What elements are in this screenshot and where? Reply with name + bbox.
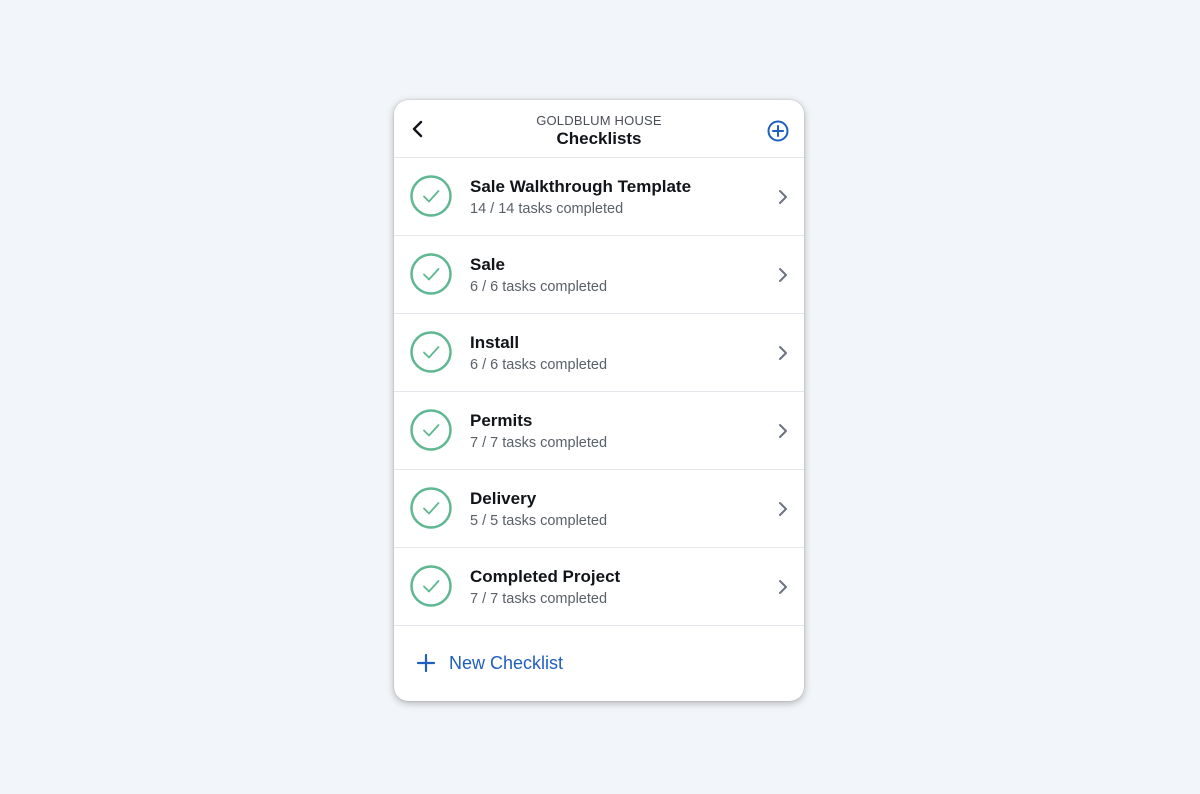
chevron-right-icon xyxy=(779,346,787,360)
checklist-progress: 6 / 6 tasks completed xyxy=(470,279,608,295)
header-text: GOLDBLUM HOUSE Checklists xyxy=(454,113,744,150)
checklist-title: Permits xyxy=(470,411,533,430)
checklist-progress: 14 / 14 tasks completed xyxy=(470,201,624,217)
checklist-title: Install xyxy=(470,333,520,352)
new-checklist-label: New Checklist xyxy=(449,653,564,673)
checklist-row[interactable]: Install 6 / 6 tasks completed xyxy=(394,314,804,392)
check-circle-icon xyxy=(410,409,452,451)
project-name: GOLDBLUM HOUSE xyxy=(536,113,662,128)
chevron-right-icon xyxy=(779,580,787,594)
checklist-row[interactable]: Delivery 5 / 5 tasks completed xyxy=(394,470,804,548)
check-circle-icon xyxy=(410,487,452,529)
check-circle-icon xyxy=(410,175,452,217)
check-circle-icon xyxy=(410,253,452,295)
chevron-right-icon xyxy=(779,502,787,516)
checklist-row[interactable]: Sale Walkthrough Template 14 / 14 tasks … xyxy=(394,158,804,236)
checklist-progress: 7 / 7 tasks completed xyxy=(470,591,608,607)
page-title: Checklists xyxy=(556,129,642,148)
checklist-progress: 5 / 5 tasks completed xyxy=(470,513,608,529)
checklist-row[interactable]: Sale 6 / 6 tasks completed xyxy=(394,236,804,314)
check-circle-icon xyxy=(410,331,452,373)
checklists-panel: GOLDBLUM HOUSE Checklists Sale Walkthrou… xyxy=(394,100,804,701)
new-checklist-button[interactable]: New Checklist xyxy=(416,649,563,677)
plus-icon xyxy=(416,653,436,673)
add-checklist-icon[interactable] xyxy=(766,119,790,143)
checklist-title: Completed Project xyxy=(470,567,621,586)
checklist-title: Delivery xyxy=(470,489,537,508)
checklist-row[interactable]: Permits 7 / 7 tasks completed xyxy=(394,392,804,470)
checklist-title: Sale Walkthrough Template xyxy=(470,177,692,196)
chevron-right-icon xyxy=(779,190,787,204)
checklist-list: Sale Walkthrough Template 14 / 14 tasks … xyxy=(394,158,804,626)
checklist-title: Sale xyxy=(470,255,505,274)
chevron-right-icon xyxy=(779,424,787,438)
checklist-row[interactable]: Completed Project 7 / 7 tasks completed xyxy=(394,548,804,626)
chevron-right-icon xyxy=(779,268,787,282)
back-icon[interactable] xyxy=(406,117,430,141)
header: GOLDBLUM HOUSE Checklists xyxy=(394,100,804,158)
checklist-progress: 6 / 6 tasks completed xyxy=(470,357,608,373)
check-circle-icon xyxy=(410,565,452,607)
checklist-progress: 7 / 7 tasks completed xyxy=(470,435,608,451)
